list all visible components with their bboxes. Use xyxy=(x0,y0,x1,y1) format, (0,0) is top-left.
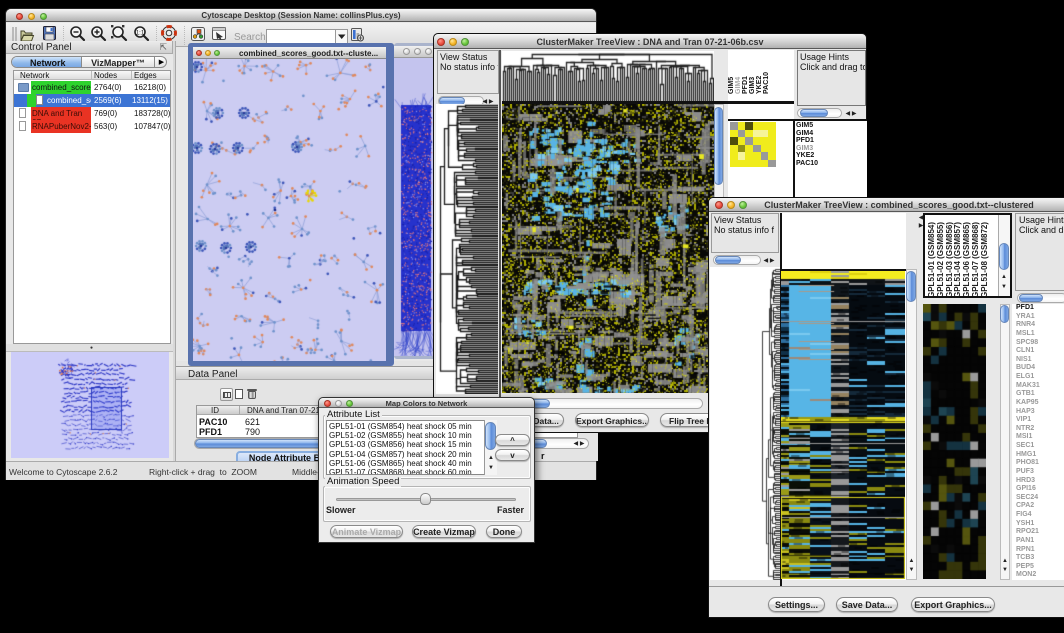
svg-text:Search:: Search: xyxy=(234,32,268,43)
svg-text:1:1: 1:1 xyxy=(136,30,145,36)
